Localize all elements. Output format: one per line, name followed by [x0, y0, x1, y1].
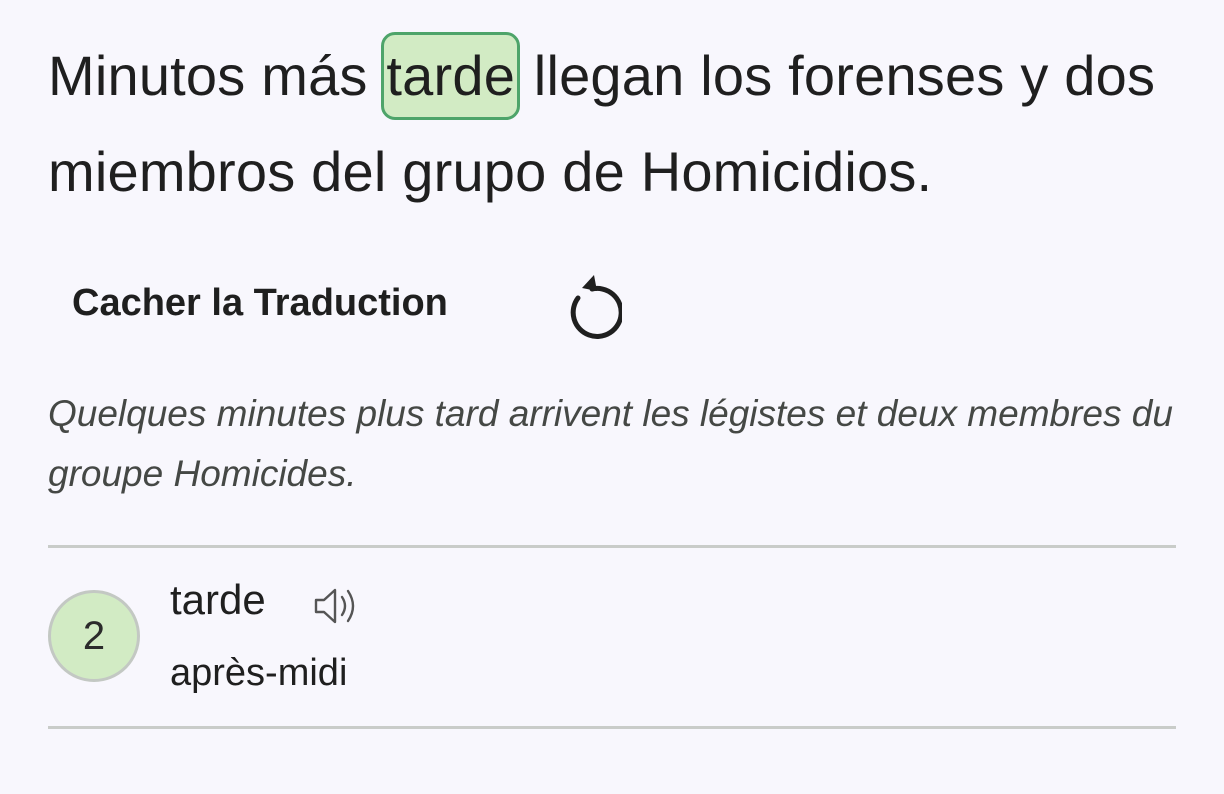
speaker-icon[interactable] [312, 582, 362, 630]
translation-text: Quelques minutes plus tard arrivent les … [48, 393, 1173, 494]
vocabulary-word: tarde [170, 576, 266, 623]
divider-bottom [48, 726, 1176, 729]
vocabulary-item[interactable]: 2 tarde après-midi [48, 548, 1176, 726]
hide-translation-button[interactable]: Cacher la Traduction [72, 282, 448, 325]
highlighted-word[interactable]: tarde [381, 32, 521, 120]
vocabulary-meaning: après-midi [170, 652, 348, 694]
sentence-text-before: Minutos más [48, 44, 384, 107]
count-badge: 2 [48, 590, 140, 682]
replay-icon[interactable] [556, 272, 622, 342]
source-sentence: Minutos más tarde llegan los forenses y … [48, 28, 1198, 220]
